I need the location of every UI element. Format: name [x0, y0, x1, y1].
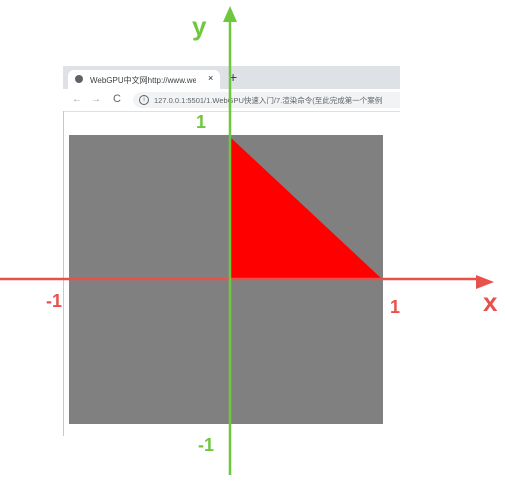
y-axis-label: y — [192, 11, 207, 41]
y-max-label: 1 — [196, 112, 206, 132]
x-min-label: -1 — [46, 291, 62, 311]
y-axis-arrowhead — [223, 6, 237, 22]
x-max-label: 1 — [390, 297, 400, 317]
y-min-label: -1 — [198, 435, 214, 455]
x-axis-label: x — [483, 287, 498, 317]
coordinate-diagram: x y -1 1 1 -1 — [0, 6, 498, 475]
